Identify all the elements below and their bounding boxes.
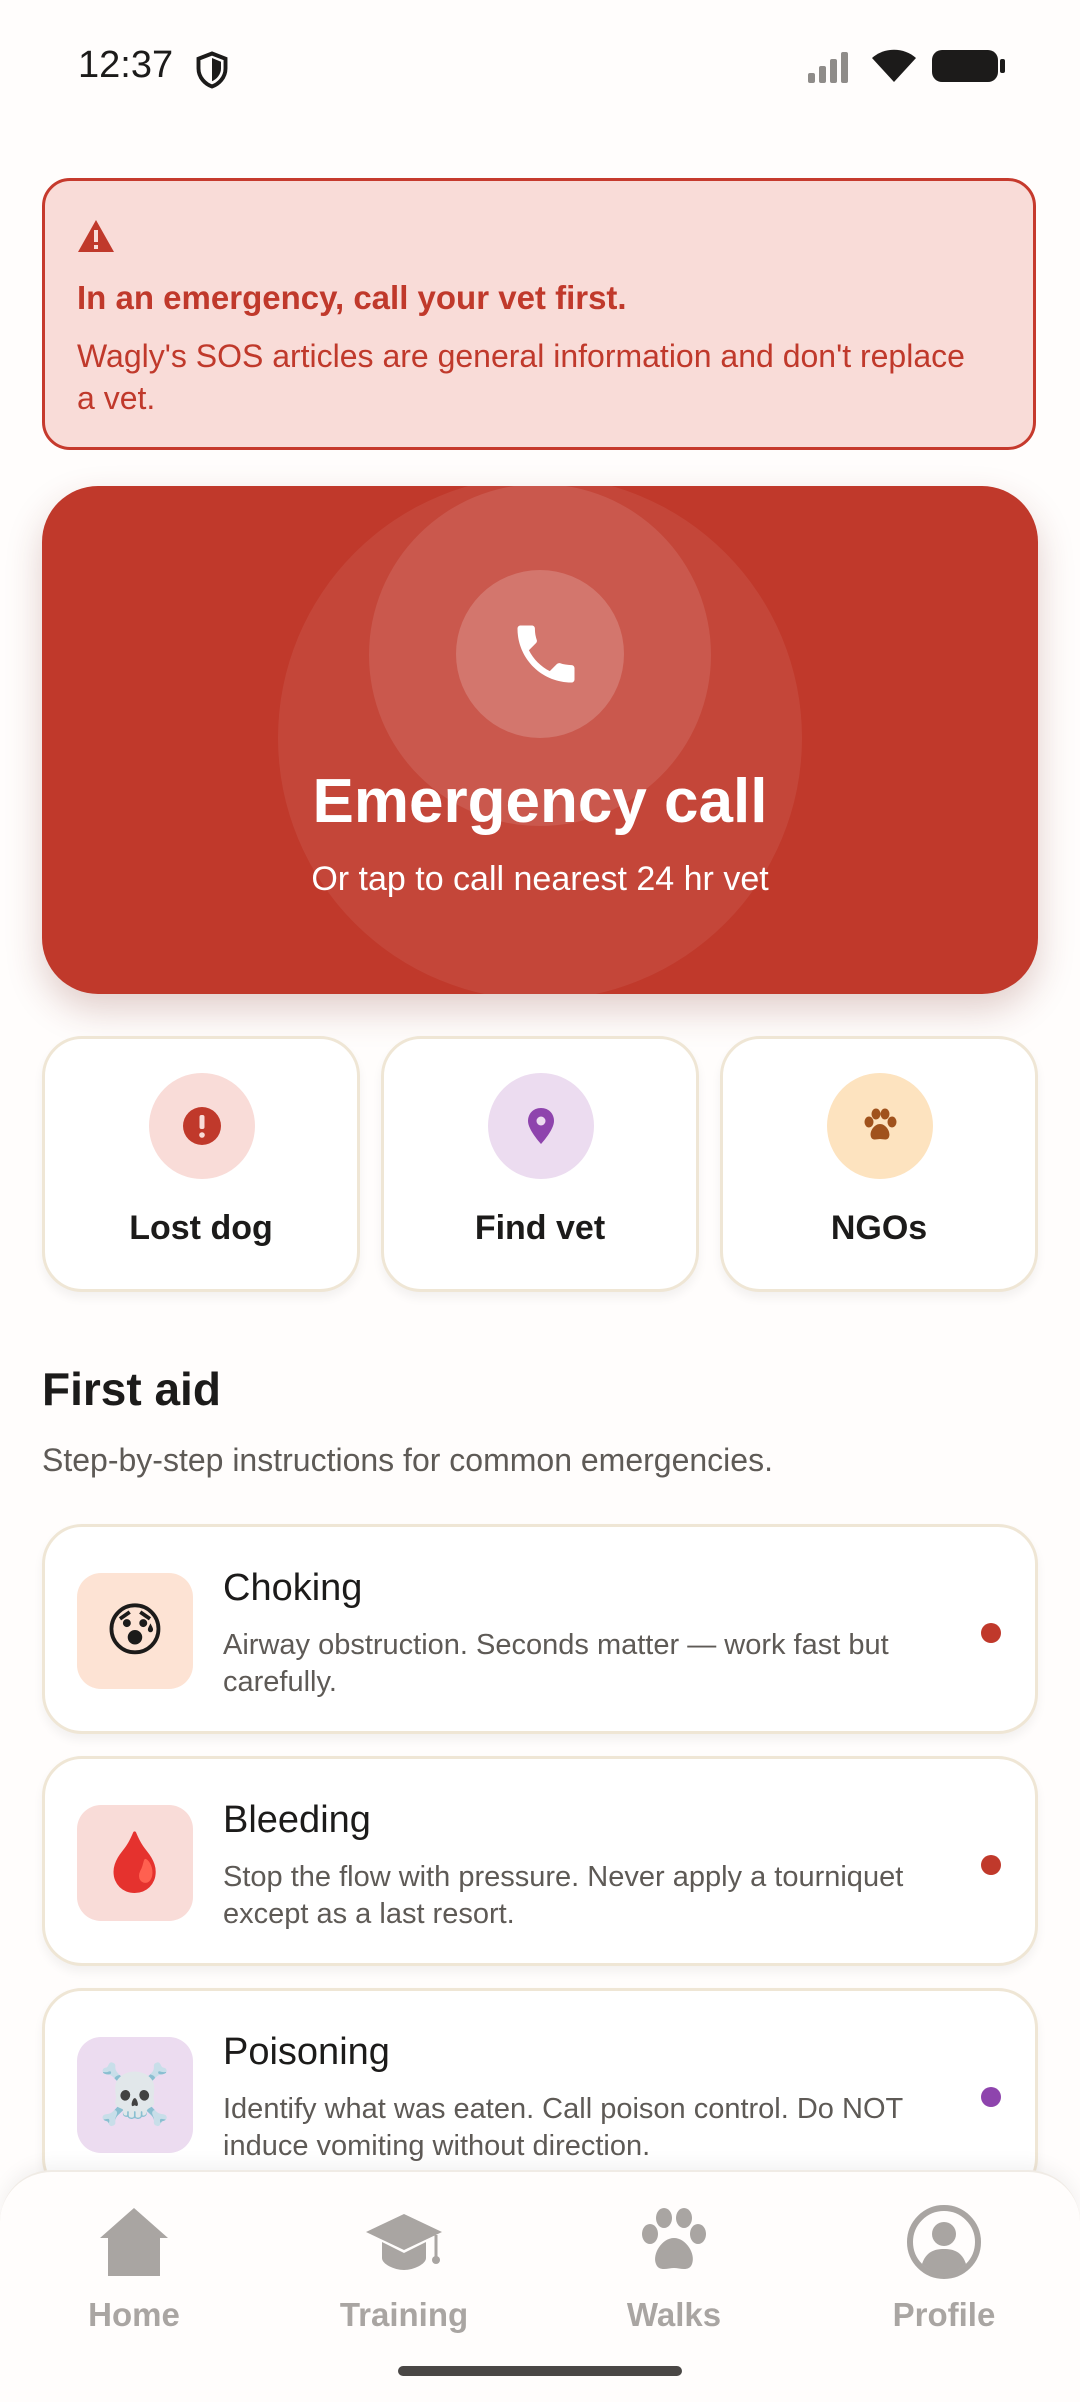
lost-dog-icon-circle [149,1073,255,1179]
emergency-call-button[interactable]: Emergency call Or tap to call nearest 24… [42,486,1038,994]
wifi-icon [872,49,916,82]
severity-dot [981,1623,1001,1643]
emergency-call-subtitle: Or tap to call nearest 24 hr vet [311,860,769,898]
lost-dog-label: Lost dog [129,1209,273,1247]
emergency-call-title: Emergency call [312,767,768,836]
home-icon [100,2208,168,2276]
anxious-face-icon: 😰 [104,1598,166,1663]
fa-item-description: Identify what was eaten. Call poison con… [223,2093,903,2162]
fa-emoji-tile: ☠️ [77,2037,193,2153]
first-aid-heading: First aid [42,1363,221,1415]
nav-profile-label: Profile [892,2296,996,2333]
nav-home-label: Home [88,2296,180,2333]
warning-icon [78,220,114,252]
nav-training-label: Training [339,2296,469,2333]
paw-icon [864,1108,897,1140]
ngos-icon-circle [827,1073,933,1179]
blood-drop-icon: 🩸 [98,1830,172,1895]
first-aid-subtitle: Step-by-step instructions for common eme… [42,1442,773,1478]
paw-icon [642,2208,706,2269]
first-aid-item-bleeding[interactable]: 🩸 Bleeding Stop the flow with pressure. … [42,1756,1038,1966]
alert-body: Wagly's SOS articles are general informa… [77,338,965,416]
lost-dog-button[interactable]: Lost dog [42,1036,360,1292]
severity-dot [981,2087,1001,2107]
nav-walks[interactable]: Walks [574,2202,774,2352]
fa-item-title: Poisoning [223,2031,390,2073]
ngos-button[interactable]: NGOs [720,1036,1038,1292]
emergency-disclaimer-banner: In an emergency, call your vet first. Wa… [42,178,1036,450]
fa-emoji-tile: 😰 [77,1573,193,1689]
find-vet-label: Find vet [474,1209,606,1247]
fa-item-title: Choking [223,1567,363,1609]
first-aid-item-choking[interactable]: 😰 Choking Airway obstruction. Seconds ma… [42,1524,1038,1734]
status-time: 12:37 [78,44,174,86]
fa-emoji-tile: 🩸 [77,1805,193,1921]
fa-item-description: Airway obstruction. Seconds matter — wor… [223,1629,889,1698]
phone-icon [517,625,575,683]
find-vet-button[interactable]: Find vet [381,1036,699,1292]
nav-walks-label: Walks [626,2296,722,2333]
nav-home[interactable]: Home [34,2202,234,2352]
nav-training[interactable]: Training [304,2202,504,2352]
nav-profile[interactable]: Profile [844,2202,1044,2352]
fa-item-title: Bleeding [223,1799,371,1841]
severity-dot [981,1855,1001,1875]
fa-item-description: Stop the flow with pressure. Never apply… [223,1861,904,1930]
find-vet-icon-circle [488,1073,594,1179]
user-icon [907,2205,981,2279]
ngos-label: NGOs [830,1209,928,1247]
shield-icon [196,51,228,89]
status-bar: 12:37 [0,0,1080,140]
first-aid-item-poisoning[interactable]: ☠️ Poisoning Identify what was eaten. Ca… [42,1988,1038,2198]
exclamation-circle-icon [183,1107,221,1145]
graduation-cap-icon [366,2214,442,2270]
alert-title: In an emergency, call your vet first. [77,279,627,316]
signal-icon [808,52,848,83]
skull-crossbones-icon: ☠️ [98,2062,172,2127]
home-indicator[interactable] [398,2366,682,2376]
battery-icon [932,50,1005,82]
location-pin-icon [528,1108,554,1144]
